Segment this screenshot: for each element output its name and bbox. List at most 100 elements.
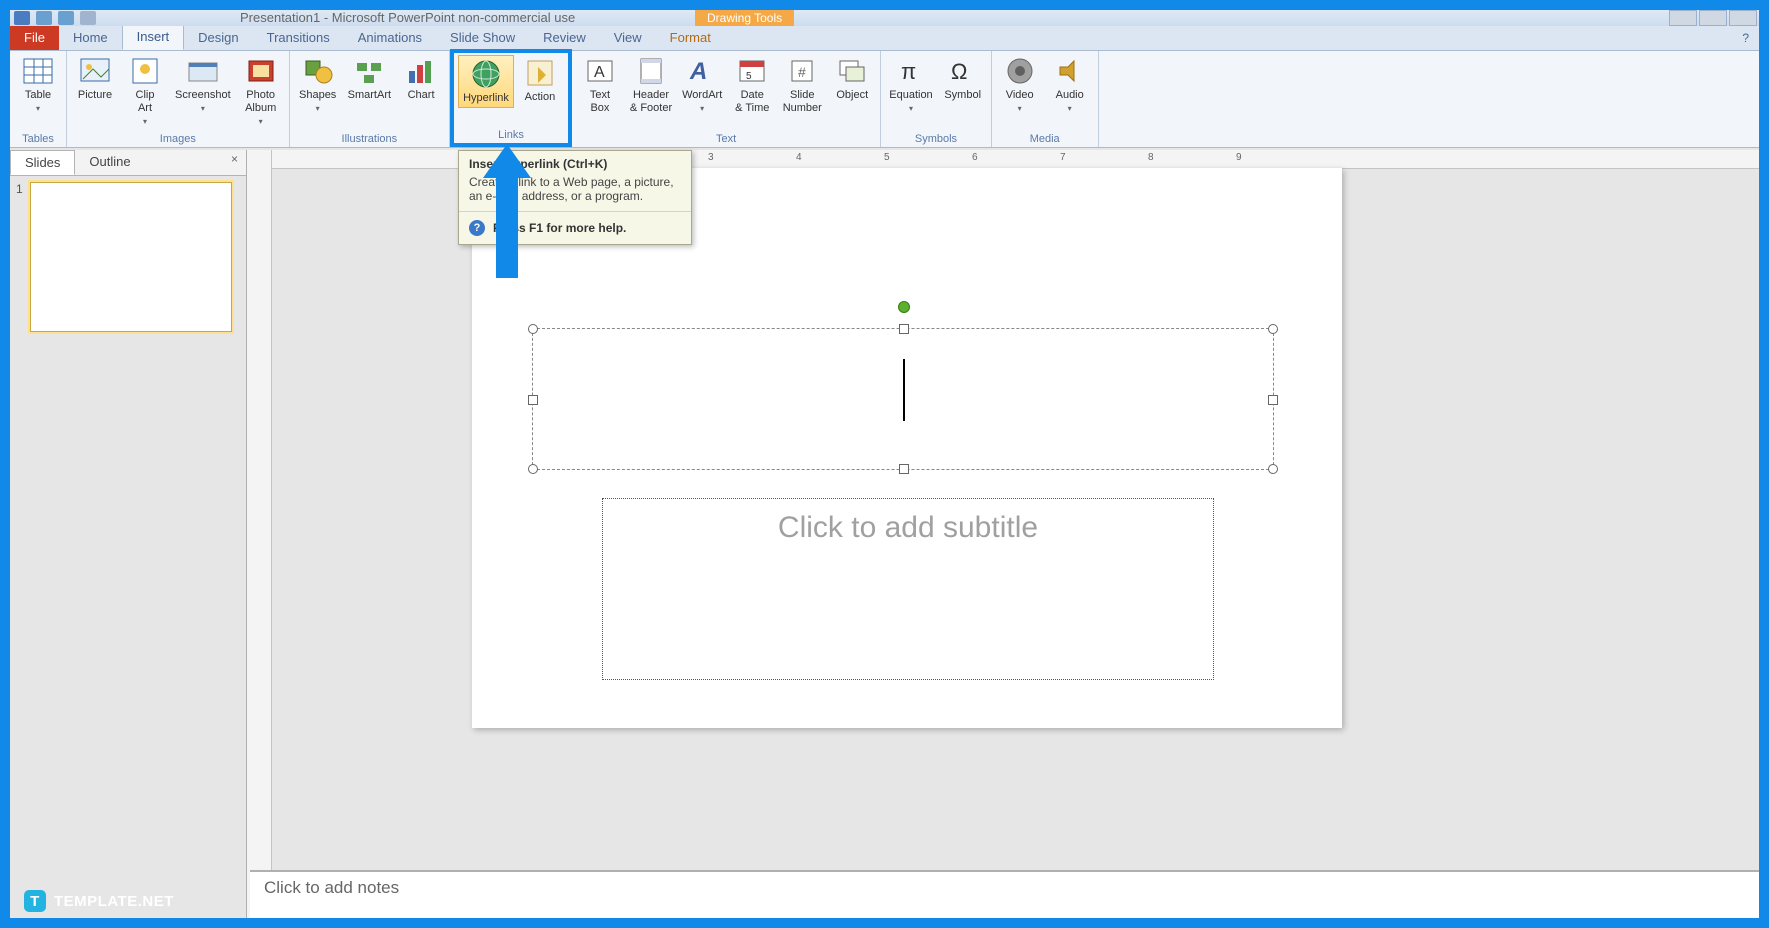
table-icon [22,55,54,87]
resize-handle[interactable] [528,395,538,405]
chevron-down-icon: ▾ [909,102,913,115]
ruler-mark: 8 [1148,152,1154,163]
group-symbols: π Equation ▾ Ω Symbol Symbols [881,51,991,147]
svg-text:π: π [901,59,916,84]
resize-handle[interactable] [1268,324,1278,334]
symbol-icon: Ω [947,55,979,87]
resize-handle[interactable] [528,324,538,334]
annotation-arrow [487,148,527,278]
tab-file[interactable]: File [10,25,59,50]
slide-thumb-number: 1 [16,182,23,196]
resize-handle[interactable] [899,464,909,474]
chevron-down-icon: ▾ [700,102,704,115]
tab-animations[interactable]: Animations [344,25,436,50]
window-title: Presentation1 - Microsoft PowerPoint non… [240,10,575,25]
tab-slideshow[interactable]: Slide Show [436,25,529,50]
shapes-button[interactable]: Shapes ▾ [294,53,342,117]
template-badge-text: TEMPLATE.NET [54,893,174,910]
close-button[interactable] [1729,10,1757,26]
audio-button[interactable]: Audio ▾ [1046,53,1094,117]
tab-design[interactable]: Design [184,25,252,50]
close-panel-icon[interactable]: × [223,150,246,175]
maximize-button[interactable] [1699,10,1727,26]
textbox-button[interactable]: A Text Box [576,53,624,117]
redo-icon[interactable] [58,11,74,25]
svg-text:Ω: Ω [951,59,967,84]
undo-icon[interactable] [36,11,52,25]
qat-dropdown-icon[interactable] [80,11,96,25]
hyperlink-label: Hyperlink [463,92,509,105]
clipart-button[interactable]: Clip Art ▾ [121,53,169,130]
notes-placeholder-text: Click to add notes [264,878,399,897]
context-tab-drawing-tools: Drawing Tools [695,10,794,26]
subtitle-placeholder[interactable]: Click to add subtitle [602,498,1214,680]
shapes-label: Shapes [299,89,336,102]
ribbon-tab-strip: File Home Insert Design Transitions Anim… [10,26,1759,51]
ribbon-help-icon[interactable]: ? [1732,26,1759,50]
screenshot-button[interactable]: Screenshot ▾ [171,53,235,117]
tab-review[interactable]: Review [529,25,600,50]
chart-button[interactable]: Chart [397,53,445,104]
minimize-button[interactable] [1669,10,1697,26]
wordart-button[interactable]: A WordArt ▾ [678,53,726,117]
smartart-icon [353,55,385,87]
group-label-symbols: Symbols [885,131,986,147]
title-placeholder[interactable] [532,328,1274,470]
tab-view[interactable]: View [600,25,656,50]
picture-button[interactable]: Picture [71,53,119,104]
svg-text:#: # [798,64,806,80]
hyperlink-button[interactable]: Hyperlink [458,55,514,108]
resize-handle[interactable] [1268,395,1278,405]
subtitle-placeholder-text: Click to add subtitle [778,511,1038,545]
save-icon[interactable] [14,11,30,25]
tab-transitions[interactable]: Transitions [253,25,344,50]
header-footer-button[interactable]: Header & Footer [626,53,676,117]
datetime-button[interactable]: 5 Date & Time [728,53,776,117]
ribbon: Table ▾ Tables Picture Clip Art ▾ [10,51,1759,148]
tab-format[interactable]: Format [656,25,725,50]
clipart-label: Clip Art [136,89,155,115]
resize-handle[interactable] [1268,464,1278,474]
ruler-mark: 4 [796,152,802,163]
tab-insert[interactable]: Insert [122,23,185,50]
table-button[interactable]: Table ▾ [14,53,62,117]
tab-slides[interactable]: Slides [10,150,75,175]
object-icon [836,55,868,87]
ruler-mark: 3 [708,152,714,163]
chevron-down-icon: ▾ [36,102,40,115]
template-net-badge: T TEMPLATE.NET [24,890,174,912]
audio-icon [1054,55,1086,87]
slide-canvas[interactable]: Click to add subtitle [472,168,1342,728]
datetime-icon: 5 [736,55,768,87]
video-button[interactable]: Video ▾ [996,53,1044,117]
slide-thumbnail-1[interactable] [30,182,232,332]
smartart-label: SmartArt [348,89,391,102]
picture-label: Picture [78,89,112,102]
tab-home[interactable]: Home [59,25,122,50]
tab-outline[interactable]: Outline [75,150,144,175]
photoalbum-icon [245,55,277,87]
group-label-images: Images [71,131,285,147]
symbol-button[interactable]: Ω Symbol [939,53,987,104]
notes-pane[interactable]: Click to add notes [250,870,1759,918]
resize-handle[interactable] [899,324,909,334]
smartart-button[interactable]: SmartArt [344,53,395,104]
template-logo-icon: T [24,890,46,912]
group-label-illustrations: Illustrations [294,131,445,147]
object-button[interactable]: Object [828,53,876,104]
group-label-links: Links [458,127,564,143]
audio-label: Audio [1056,89,1084,102]
clipart-icon [129,55,161,87]
header-footer-label: Header & Footer [630,89,672,115]
rotate-handle[interactable] [898,301,910,313]
slidenumber-button[interactable]: # Slide Number [778,53,826,117]
equation-button[interactable]: π Equation ▾ [885,53,936,117]
action-button[interactable]: Action [516,55,564,106]
svg-text:A: A [594,64,605,81]
action-label: Action [525,91,556,104]
group-links: Hyperlink Action Links [450,49,572,147]
chart-label: Chart [408,89,435,102]
resize-handle[interactable] [528,464,538,474]
photoalbum-label: Photo Album [245,89,276,115]
photoalbum-button[interactable]: Photo Album ▾ [237,53,285,130]
